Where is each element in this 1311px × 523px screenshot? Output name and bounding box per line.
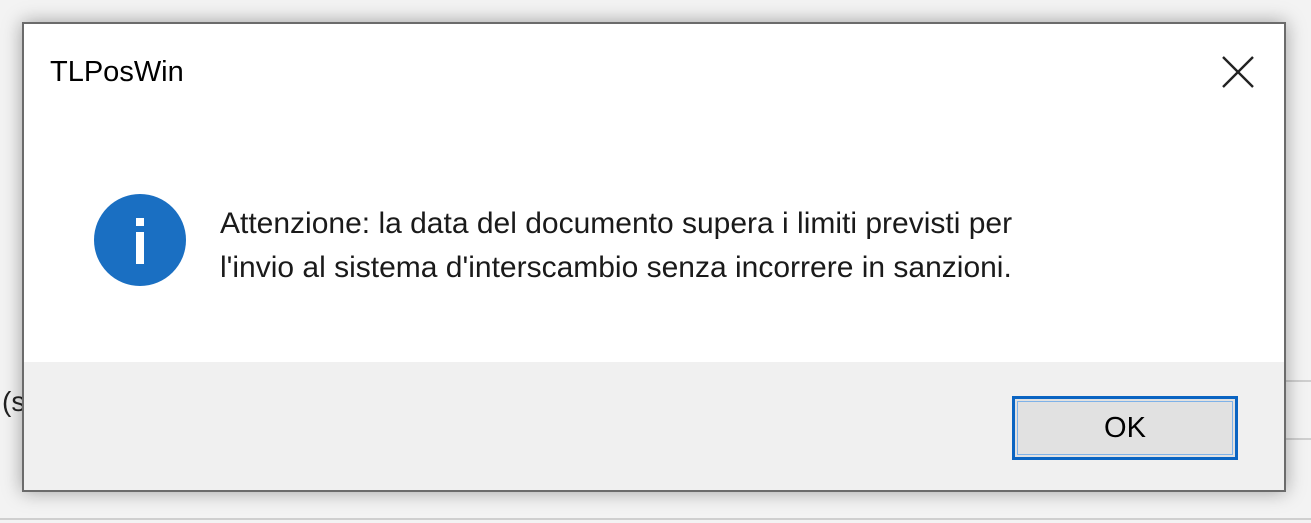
title-bar[interactable]: TLPosWin	[24, 24, 1284, 120]
dialog-content: Attenzione: la data del documento supera…	[24, 120, 1284, 362]
info-icon	[94, 194, 186, 286]
dialog-title: TLPosWin	[50, 56, 184, 88]
dialog-message: Attenzione: la data del documento supera…	[220, 202, 1230, 290]
background-divider	[0, 518, 1311, 520]
background-divider	[1286, 438, 1311, 440]
background-divider	[1286, 380, 1311, 382]
message-line: l'invio al sistema d'interscambio senza …	[220, 251, 1012, 284]
close-button[interactable]	[1192, 24, 1284, 120]
dialog-footer: OK	[24, 362, 1284, 490]
message-line: Attenzione: la data del documento supera…	[220, 207, 1013, 240]
ok-button[interactable]: OK	[1012, 396, 1238, 460]
close-icon	[1222, 56, 1254, 88]
message-dialog: TLPosWin Attenzione: la data del documen…	[22, 22, 1286, 492]
